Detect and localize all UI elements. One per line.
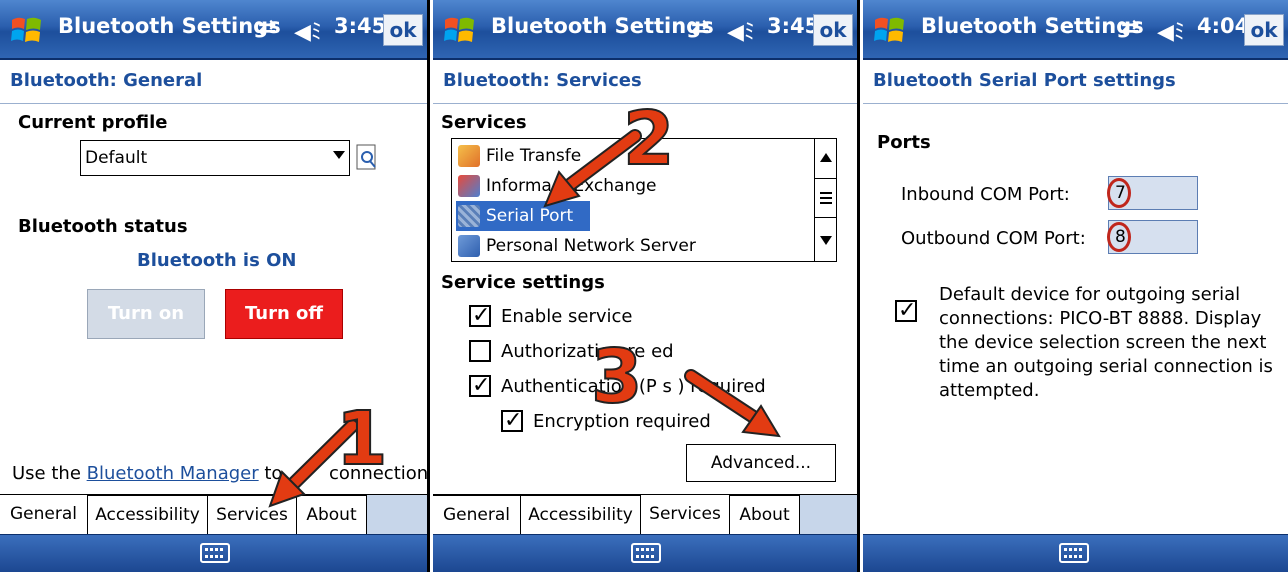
speaker-icon[interactable]: ◀ﾐ (727, 14, 755, 46)
bottom-menu-bar (0, 534, 427, 572)
tab-accessibility[interactable]: Accessibility (521, 495, 641, 535)
bottom-menu-bar (863, 534, 1288, 572)
page-header: Bluetooth: General (0, 60, 427, 104)
screen-services: Bluetooth Settings ⇄ ◀ﾐ 3:45 ok Bluetoot… (433, 0, 860, 572)
ok-button[interactable]: ok (383, 14, 423, 46)
ports-label: Ports (877, 132, 931, 153)
scroll-thumb[interactable] (815, 178, 836, 218)
sync-arrows-icon[interactable]: ⇄ (258, 16, 276, 41)
turn-off-button[interactable]: Turn off (225, 289, 343, 339)
inbound-com-port-input[interactable]: 7 (1107, 176, 1198, 210)
clock[interactable]: 3:45 (334, 14, 386, 38)
speaker-icon[interactable]: ◀ﾐ (1157, 14, 1185, 46)
profile-select-value: Default (85, 148, 148, 168)
speaker-icon[interactable]: ◀ﾐ (294, 14, 322, 46)
title-bar: Bluetooth Settings ⇄ ◀ﾐ 4:04 ok (863, 0, 1288, 60)
services-scrollbar[interactable] (814, 139, 836, 261)
file-transfer-icon (458, 145, 480, 167)
list-item-label: Personal Network Server (486, 236, 696, 256)
inbound-com-port-value: 7 (1115, 183, 1126, 203)
inbound-com-port-label: Inbound COM Port: (901, 184, 1070, 205)
page-title: Bluetooth: General (10, 70, 203, 91)
bottom-menu-bar (433, 534, 857, 572)
window-title: Bluetooth Settings (58, 14, 281, 38)
chevron-down-icon (333, 151, 345, 159)
bluetooth-status-value: Bluetooth is ON (137, 250, 297, 271)
page-title: Bluetooth Serial Port settings (873, 70, 1176, 91)
advanced-button[interactable]: Advanced... (686, 444, 836, 482)
authorization-label: Authorization re ed (501, 341, 674, 362)
keyboard-icon[interactable] (631, 543, 661, 563)
list-item-personal-network-server[interactable]: Personal Network Server (456, 231, 786, 261)
current-profile-label: Current profile (18, 112, 168, 133)
authorization-checkbox[interactable] (469, 340, 491, 362)
sync-arrows-icon[interactable]: ⇄ (1121, 16, 1139, 41)
tab-accessibility[interactable]: Accessibility (88, 495, 208, 535)
manager-hint: Use the Bluetooth Manager to (12, 463, 282, 484)
screen-serial-port: Bluetooth Settings ⇄ ◀ﾐ 4:04 ok Bluetoot… (863, 0, 1288, 572)
outbound-com-port-input[interactable]: 8 (1107, 220, 1198, 254)
manager-hint-prefix: Use the (12, 463, 87, 484)
sync-arrows-icon[interactable]: ⇄ (691, 16, 709, 41)
tab-general[interactable]: General (0, 495, 88, 535)
tab-bar: General Accessibility Services About (433, 494, 857, 535)
page-header: Bluetooth Serial Port settings (863, 60, 1288, 104)
scroll-up-icon[interactable] (815, 139, 836, 179)
clock[interactable]: 4:04 (1197, 14, 1249, 38)
screen-general: Bluetooth Settings ⇄ ◀ﾐ 3:45 ok Bluetoot… (0, 0, 430, 572)
window-title: Bluetooth Settings (921, 14, 1144, 38)
services-label: Services (441, 112, 527, 133)
annotation-arrow-3 (684, 369, 781, 438)
tab-general[interactable]: General (433, 495, 521, 535)
windows-start-icon[interactable] (10, 14, 44, 46)
window-title: Bluetooth Settings (491, 14, 714, 38)
tab-services[interactable]: Services (641, 495, 730, 535)
annotation-number-1: 1 (335, 396, 388, 482)
default-device-text: Default device for outgoing serial conne… (939, 284, 1273, 401)
page-title: Bluetooth: Services (443, 70, 642, 91)
network-server-icon (458, 235, 480, 257)
bluetooth-manager-link[interactable]: Bluetooth Manager (87, 463, 259, 484)
profile-details-icon[interactable] (356, 144, 378, 172)
tab-about[interactable]: About (730, 495, 800, 535)
keyboard-icon[interactable] (200, 543, 230, 563)
title-bar: Bluetooth Settings ⇄ ◀ﾐ 3:45 ok (433, 0, 857, 60)
windows-start-icon[interactable] (873, 14, 907, 46)
title-bar: Bluetooth Settings ⇄ ◀ﾐ 3:45 ok (0, 0, 427, 60)
encryption-checkbox[interactable] (501, 408, 523, 433)
bluetooth-status-label: Bluetooth status (18, 216, 188, 237)
enable-service-checkbox[interactable] (469, 303, 491, 328)
default-device-checkbox[interactable] (895, 298, 917, 323)
clock[interactable]: 3:45 (767, 14, 819, 38)
scroll-down-icon[interactable] (815, 221, 836, 261)
turn-on-button[interactable]: Turn on (87, 289, 205, 339)
outbound-com-port-value: 8 (1115, 227, 1126, 247)
annotation-number-3: 3 (590, 334, 643, 420)
keyboard-icon[interactable] (1059, 543, 1089, 563)
information-exchange-icon (458, 175, 480, 197)
authentication-checkbox[interactable] (469, 373, 491, 398)
ok-button[interactable]: ok (813, 14, 853, 46)
outbound-com-port-label: Outbound COM Port: (901, 228, 1086, 249)
ok-button[interactable]: ok (1244, 14, 1284, 46)
service-settings-label: Service settings (441, 272, 605, 293)
serial-port-icon (458, 205, 480, 227)
windows-start-icon[interactable] (443, 14, 477, 46)
profile-select[interactable]: Default (80, 140, 350, 176)
enable-service-label: Enable service (501, 306, 633, 327)
annotation-number-2: 2 (622, 96, 675, 182)
